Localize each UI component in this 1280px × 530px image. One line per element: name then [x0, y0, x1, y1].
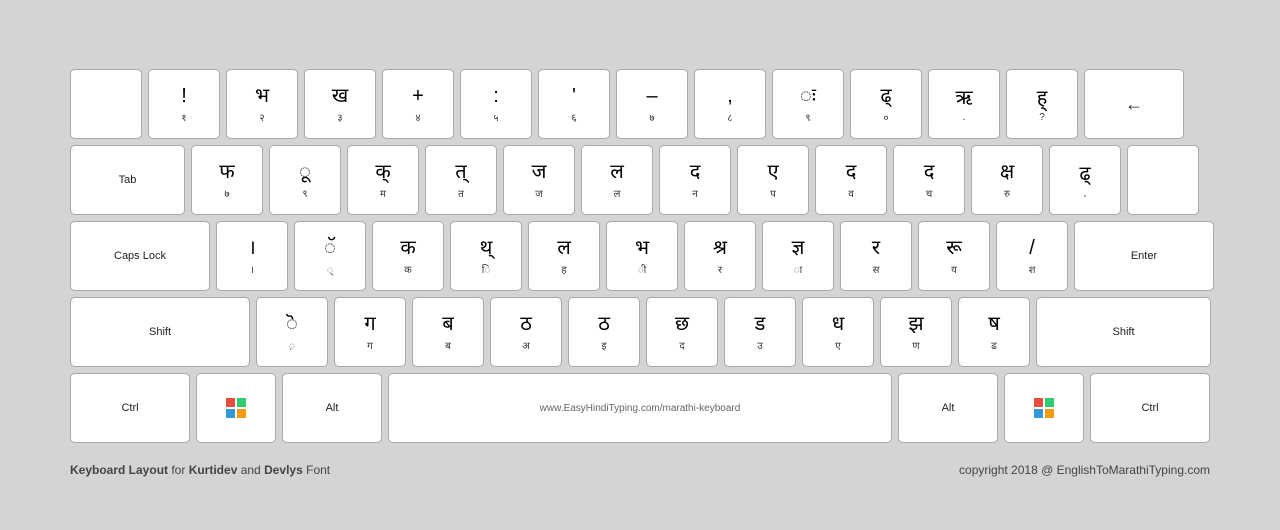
key-backslash[interactable] [1127, 145, 1199, 215]
key-rshift[interactable]: Shift [1036, 297, 1211, 367]
key-k[interactable]: ज्ञ ा [762, 221, 834, 291]
key-v[interactable]: ठ अ [490, 297, 562, 367]
key-1[interactable]: ! १ [148, 69, 220, 139]
key-8[interactable]: , ८ [694, 69, 766, 139]
key-backspace[interactable]: ← [1084, 69, 1184, 139]
key-rwin[interactable] [1004, 373, 1084, 443]
key-f[interactable]: थ् ि [450, 221, 522, 291]
key-lbracket[interactable]: क्ष रु [971, 145, 1043, 215]
key-d[interactable]: क क [372, 221, 444, 291]
key-semicolon[interactable]: रू य [918, 221, 990, 291]
key-n[interactable]: छ द [646, 297, 718, 367]
key-e[interactable]: क् म [347, 145, 419, 215]
key-t[interactable]: ज ज [503, 145, 575, 215]
key-rctrl[interactable]: Ctrl [1090, 373, 1210, 443]
key-a[interactable]: । । [216, 221, 288, 291]
key-2[interactable]: भ २ [226, 69, 298, 139]
key-lwin[interactable] [196, 373, 276, 443]
key-r[interactable]: त् त [425, 145, 497, 215]
key-ralt[interactable]: Alt [898, 373, 998, 443]
key-capslock[interactable]: Caps Lock [70, 221, 210, 291]
key-0[interactable]: ढ् ० [850, 69, 922, 139]
key-rbracket[interactable]: ढ् , [1049, 145, 1121, 215]
key-lalt[interactable]: Alt [282, 373, 382, 443]
key-quote[interactable]: / श [996, 221, 1068, 291]
key-x[interactable]: ग ग [334, 297, 406, 367]
footer-title: Keyboard Layout for Kurtidev and Devlys … [70, 463, 330, 477]
key-j[interactable]: श्र र [684, 221, 756, 291]
key-y[interactable]: ल ल [581, 145, 653, 215]
key-row-3: Caps Lock । । ॅ ् क क थ् ि ल ह भ ी श्र र [70, 221, 1210, 291]
windows-icon-left [225, 397, 247, 419]
key-row-5: Ctrl Alt www.EasyHindiTyping.com/marathi… [70, 373, 1210, 443]
key-c[interactable]: ब ब [412, 297, 484, 367]
key-6[interactable]: ' ६ [538, 69, 610, 139]
footer-left: Keyboard Layout for Kurtidev and Devlys … [70, 463, 330, 477]
key-4[interactable]: + ४ [382, 69, 454, 139]
key-b[interactable]: ठ इ [568, 297, 640, 367]
key-comma[interactable]: ध ए [802, 297, 874, 367]
key-l[interactable]: र स [840, 221, 912, 291]
key-o[interactable]: द व [815, 145, 887, 215]
key-slash[interactable]: ष ढ [958, 297, 1030, 367]
key-w[interactable]: ू ९ [269, 145, 341, 215]
key-lctrl[interactable]: Ctrl [70, 373, 190, 443]
key-9[interactable]: ः ९ [772, 69, 844, 139]
key-space[interactable]: www.EasyHindiTyping.com/marathi-keyboard [388, 373, 892, 443]
key-5[interactable]: : ५ [460, 69, 532, 139]
footer-copyright: copyright 2018 @ EnglishToMarathiTyping.… [959, 463, 1210, 477]
key-row-4: Shift ॆ ़ ग ग ब ब ठ अ ठ इ छ द ड उ [70, 297, 1210, 367]
key-s[interactable]: ॅ ् [294, 221, 366, 291]
key-7[interactable]: – ७ [616, 69, 688, 139]
key-tab[interactable]: Tab [70, 145, 185, 215]
key-3[interactable]: ख ३ [304, 69, 376, 139]
key-g[interactable]: ल ह [528, 221, 600, 291]
key-p[interactable]: द च [893, 145, 965, 215]
key-h[interactable]: भ ी [606, 221, 678, 291]
key-z[interactable]: ॆ ़ [256, 297, 328, 367]
keyboard-container: ! १ भ २ ख ३ + ४ : ५ ' ६ – ७ , ८ [40, 49, 1240, 459]
key-row-1: ! १ भ २ ख ३ + ४ : ५ ' ६ – ७ , ८ [70, 69, 1210, 139]
key-q[interactable]: फ ७ [191, 145, 263, 215]
key-period[interactable]: झ ण [880, 297, 952, 367]
key-row-2: Tab फ ७ ू ९ क् म त् त ज ज ल ल द न [70, 145, 1210, 215]
key-enter[interactable]: Enter [1074, 221, 1214, 291]
key-backtick[interactable] [70, 69, 142, 139]
key-minus[interactable]: ऋ . [928, 69, 1000, 139]
key-i[interactable]: ए प [737, 145, 809, 215]
key-u[interactable]: द न [659, 145, 731, 215]
key-m[interactable]: ड उ [724, 297, 796, 367]
key-equals[interactable]: ह् ? [1006, 69, 1078, 139]
key-lshift[interactable]: Shift [70, 297, 250, 367]
windows-icon-right [1033, 397, 1055, 419]
footer: Keyboard Layout for Kurtidev and Devlys … [40, 459, 1240, 481]
